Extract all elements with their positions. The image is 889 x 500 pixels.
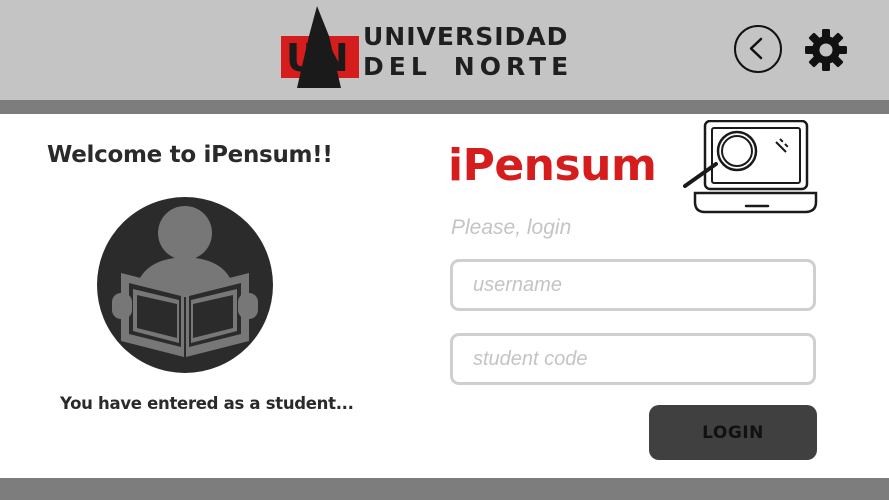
- student-reading-icon: [97, 197, 273, 373]
- username-input[interactable]: [450, 259, 816, 311]
- chevron-left-icon: [749, 37, 763, 60]
- logo-line-2: DEL NORTE: [363, 52, 573, 81]
- logo-line-1: UNIVERSIDAD: [363, 22, 569, 51]
- logo-line-2-a: DEL: [363, 52, 432, 81]
- university-logo: UN UNIVERSIDAD DEL NORTE: [281, 6, 581, 88]
- un-logo-icon: UN: [281, 6, 359, 88]
- welcome-heading: Welcome to iPensum!!: [47, 142, 333, 168]
- gear-icon[interactable]: [803, 27, 849, 73]
- footer-bar: [0, 478, 889, 500]
- header-divider: [0, 100, 889, 114]
- login-button[interactable]: LOGIN: [649, 405, 817, 460]
- student-code-input[interactable]: [450, 333, 816, 385]
- logo-mark-text: UN: [286, 36, 349, 80]
- student-status-text: You have entered as a student...: [60, 394, 354, 413]
- back-button[interactable]: [734, 25, 782, 73]
- brand-title: iPensum: [448, 140, 657, 191]
- laptop-search-icon: [683, 120, 818, 214]
- login-prompt: Please, login: [451, 216, 572, 239]
- logo-line-2-b: NORTE: [453, 52, 574, 81]
